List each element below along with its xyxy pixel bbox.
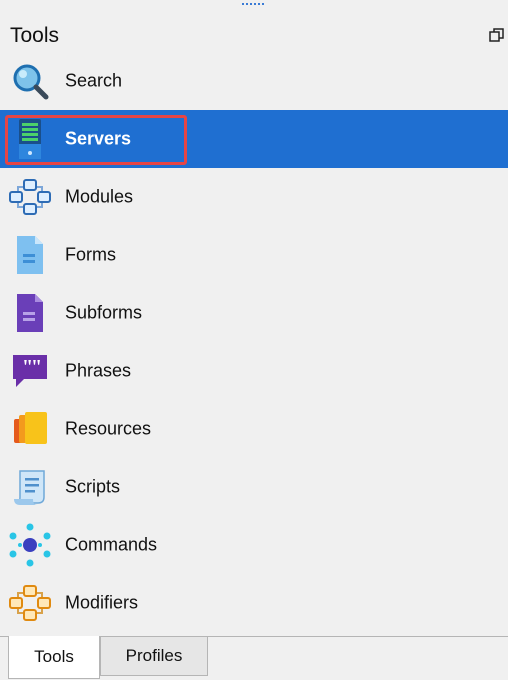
- modules-icon: [8, 175, 52, 219]
- tool-item-label: Subforms: [65, 302, 143, 323]
- tool-item-label: Servers: [65, 128, 132, 149]
- tool-item-servers[interactable]: Servers: [0, 110, 508, 168]
- tool-item-label: Scripts: [65, 476, 121, 497]
- drag-handle[interactable]: [238, 0, 278, 8]
- subform-icon: [8, 291, 52, 335]
- tool-item-search[interactable]: Search: [0, 52, 508, 110]
- tool-item-forms[interactable]: Forms: [0, 226, 508, 284]
- tool-item-label: Phrases: [65, 360, 132, 381]
- script-icon: [8, 465, 52, 509]
- tool-item-label: Forms: [65, 244, 116, 265]
- tool-item-scripts[interactable]: Scripts: [0, 458, 508, 516]
- tools-list: Search Servers Modules Forms Subforms " …: [0, 52, 508, 632]
- modifiers-icon: [8, 581, 52, 625]
- tool-item-commands[interactable]: Commands: [0, 516, 508, 574]
- tool-item-modifiers[interactable]: Modifiers: [0, 574, 508, 632]
- search-icon: [8, 59, 52, 103]
- tab-tools[interactable]: Tools: [8, 636, 100, 679]
- panel-tabs: Tools Profiles: [0, 636, 508, 680]
- panel-title: Tools: [10, 24, 60, 47]
- tool-item-label: Search: [65, 70, 123, 91]
- resources-icon: [8, 407, 52, 451]
- tool-item-modules[interactable]: Modules: [0, 168, 508, 226]
- tool-item-label: Commands: [65, 534, 158, 555]
- tool-item-phrases[interactable]: " " Phrases: [0, 342, 508, 400]
- panel-header: Tools: [0, 22, 508, 52]
- tool-item-label: Resources: [65, 418, 152, 439]
- restore-window-icon[interactable]: [488, 26, 506, 44]
- tool-item-subforms[interactable]: Subforms: [0, 284, 508, 342]
- svg-text:": ": [31, 356, 42, 378]
- form-icon: [8, 233, 52, 277]
- tools-panel: Tools Search Servers Modules Forms Subfo…: [0, 0, 508, 680]
- phrase-icon: " ": [8, 349, 52, 393]
- commands-icon: [8, 523, 52, 567]
- tool-item-label: Modules: [65, 186, 134, 207]
- tool-item-label: Modifiers: [65, 592, 139, 613]
- server-icon: [8, 117, 52, 161]
- tab-profiles[interactable]: Profiles: [100, 636, 208, 676]
- tool-item-resources[interactable]: Resources: [0, 400, 508, 458]
